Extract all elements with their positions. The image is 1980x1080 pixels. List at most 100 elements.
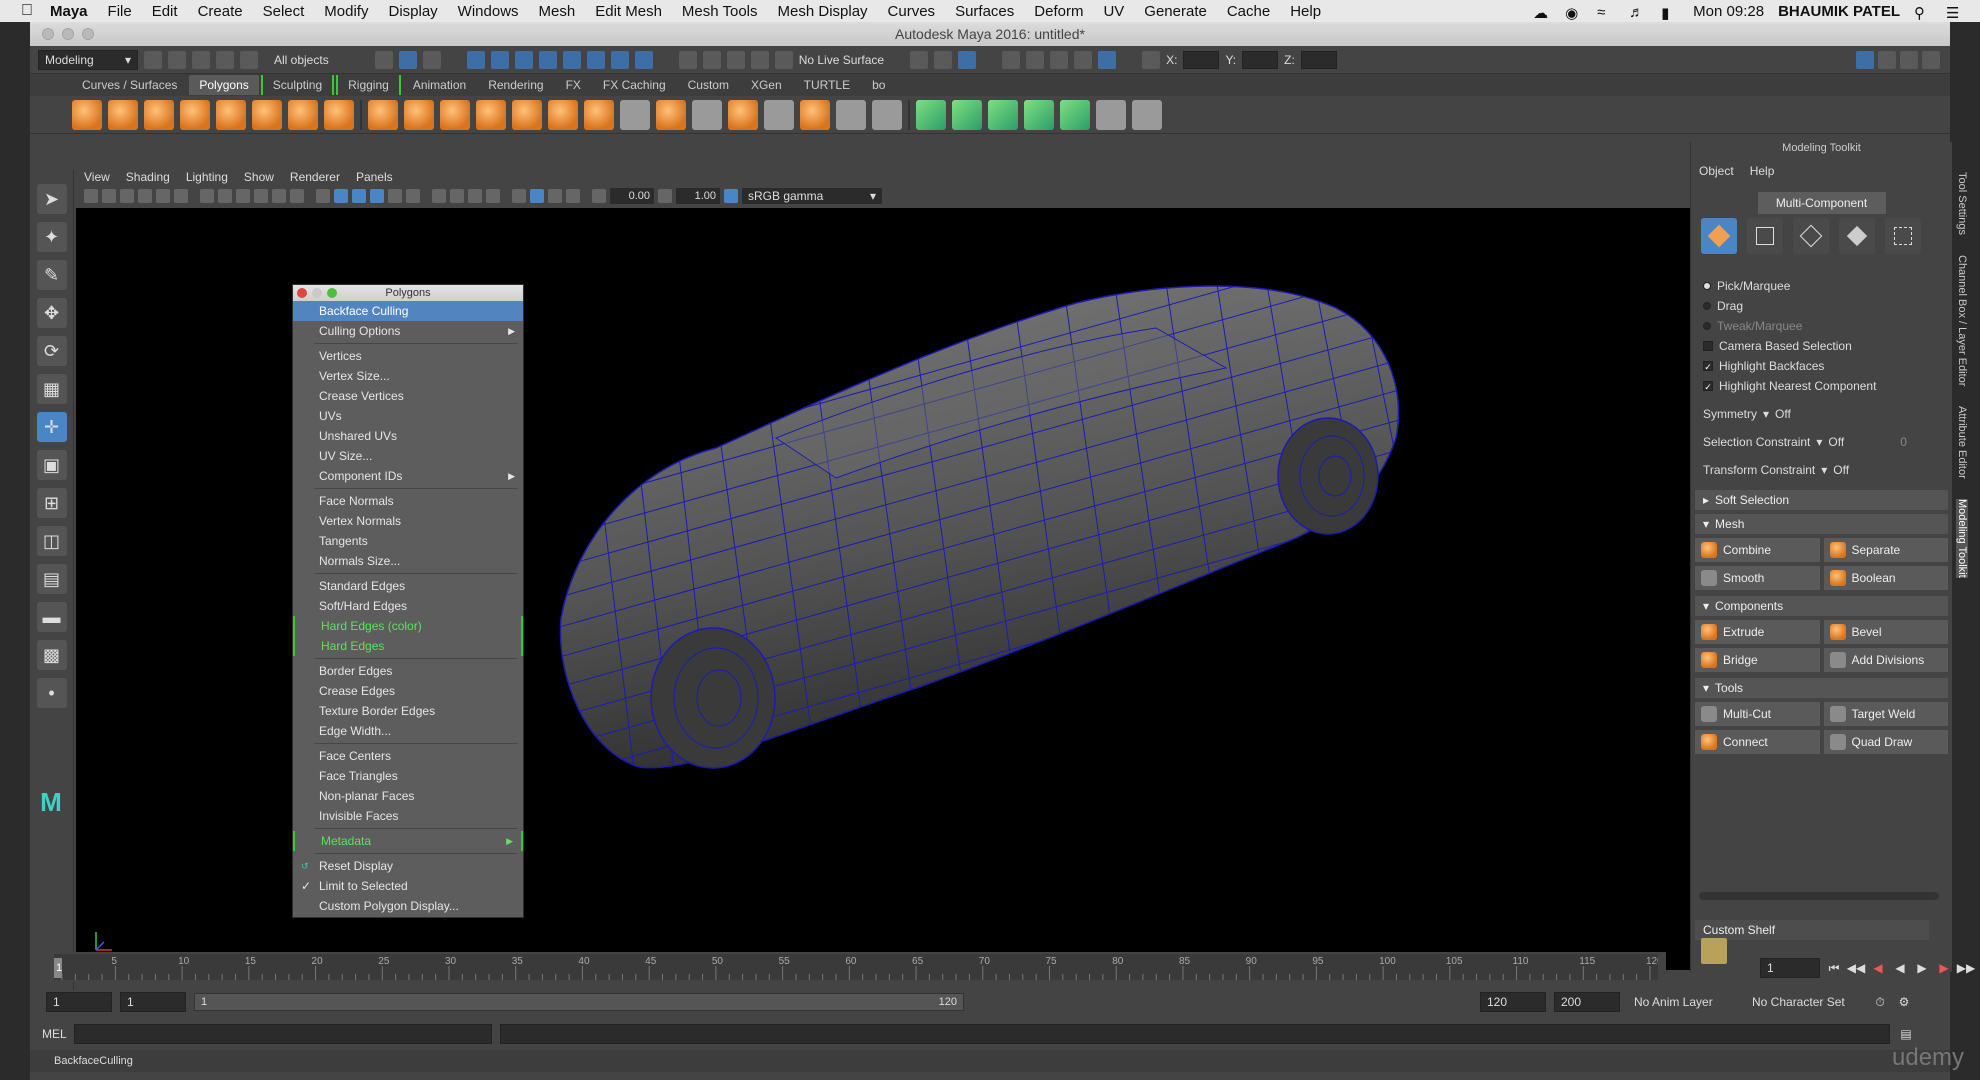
image-plane-icon[interactable] bbox=[138, 189, 152, 203]
menu-select[interactable]: Select bbox=[253, 3, 315, 20]
offset-edge-loop-icon[interactable] bbox=[764, 99, 794, 130]
step-forward-key-icon[interactable]: ▶▶ bbox=[1957, 960, 1975, 976]
extrude-button[interactable]: Extrude bbox=[1695, 620, 1820, 644]
menu-edit[interactable]: Edit bbox=[142, 3, 188, 20]
tab-modeling-toolkit[interactable]: Modeling Toolkit bbox=[1956, 499, 1968, 578]
playback-end-field[interactable]: 120 bbox=[1480, 992, 1546, 1012]
menu-item-crease-edges[interactable]: Crease Edges bbox=[293, 681, 523, 701]
panel-menu-panels[interactable]: Panels bbox=[356, 170, 393, 184]
lasso-tool-icon[interactable]: ✦ bbox=[36, 222, 67, 252]
modeling-toolkit-toggle-icon[interactable] bbox=[1856, 50, 1874, 69]
highlight-nearest-checkbox[interactable]: ✓ Highlight Nearest Component bbox=[1691, 376, 1952, 396]
menu-item-limit-to-selected[interactable]: ✓ Limit to Selected bbox=[293, 876, 523, 896]
menu-set-dropdown[interactable]: Modeling ▾ bbox=[38, 49, 138, 70]
menu-item-unshared-uvs[interactable]: Unshared UVs bbox=[293, 426, 523, 446]
merge-icon[interactable] bbox=[872, 99, 902, 130]
planar-mapping-icon[interactable] bbox=[916, 99, 946, 130]
tab-attribute-editor[interactable]: Attribute Editor bbox=[1956, 406, 1968, 479]
close-menu-button[interactable] bbox=[297, 288, 307, 298]
insert-edge-loop-icon[interactable] bbox=[692, 99, 722, 130]
textured-icon[interactable] bbox=[370, 189, 384, 203]
bevel-button[interactable]: Bevel bbox=[1823, 620, 1948, 644]
menu-surfaces[interactable]: Surfaces bbox=[945, 3, 1024, 20]
pick-marquee-option[interactable]: Pick/Marquee bbox=[1691, 276, 1952, 296]
exposure-icon[interactable] bbox=[592, 189, 606, 203]
poly-cube-icon[interactable] bbox=[108, 99, 138, 130]
script-editor-icon[interactable]: ▤ bbox=[1898, 1026, 1914, 1042]
spherical-mapping-icon[interactable] bbox=[988, 99, 1018, 130]
poly-plane-icon[interactable] bbox=[216, 99, 246, 130]
menu-uv[interactable]: UV bbox=[1093, 3, 1134, 20]
render-view-icon[interactable] bbox=[1002, 50, 1021, 69]
2d-pan-zoom-icon[interactable] bbox=[156, 189, 170, 203]
tab-custom[interactable]: Custom bbox=[678, 75, 739, 95]
menu-mesh-tools[interactable]: Mesh Tools bbox=[672, 3, 768, 20]
app-menu[interactable]: Maya bbox=[40, 3, 98, 20]
scale-tool-icon[interactable]: ▦ bbox=[36, 374, 67, 404]
automatic-mapping-icon[interactable] bbox=[1024, 99, 1054, 130]
poly-pipe-icon[interactable] bbox=[324, 99, 354, 130]
make-live-icon[interactable] bbox=[774, 50, 793, 69]
menu-item-face-triangles[interactable]: Face Triangles bbox=[293, 766, 523, 786]
tab-fx-caching[interactable]: FX Caching bbox=[593, 75, 676, 95]
use-all-lights-icon[interactable] bbox=[388, 189, 402, 203]
bookmarks-icon[interactable] bbox=[120, 189, 134, 203]
y-field[interactable] bbox=[1242, 50, 1279, 69]
menu-item-custom-polygon-display[interactable]: Custom Polygon Display... bbox=[293, 896, 523, 916]
connect-button[interactable]: Connect bbox=[1695, 730, 1820, 754]
xray-components-icon[interactable] bbox=[566, 189, 580, 203]
toolkit-menu-help[interactable]: Help bbox=[1750, 164, 1775, 178]
redo-icon[interactable] bbox=[240, 50, 258, 69]
view-transform-dropdown[interactable]: sRGB gamma ▾ bbox=[742, 188, 882, 204]
volume-icon[interactable]: ♬ bbox=[1629, 4, 1647, 21]
mesh-section[interactable]: ▾ Mesh bbox=[1695, 514, 1948, 534]
zoom-menu-button[interactable] bbox=[327, 288, 337, 298]
auto-key-icon[interactable]: ⏱ bbox=[1872, 994, 1888, 1010]
combine-button[interactable]: Combine bbox=[1695, 538, 1820, 562]
menu-deform[interactable]: Deform bbox=[1024, 3, 1093, 20]
menu-item-invisible-faces[interactable]: Invisible Faces bbox=[293, 806, 523, 826]
selection-constraint-field[interactable]: 0 bbox=[1900, 435, 1907, 449]
tab-tool-settings[interactable]: Tool Settings bbox=[1956, 172, 1968, 235]
attribute-editor-toggle-icon[interactable] bbox=[1878, 50, 1896, 69]
mask-curves-icon[interactable] bbox=[514, 50, 533, 69]
smooth-button[interactable]: Smooth bbox=[1695, 566, 1820, 590]
menu-item-backface-culling[interactable]: Backface Culling bbox=[293, 301, 523, 321]
menu-item-non-planar-faces[interactable]: Non-planar Faces bbox=[293, 786, 523, 806]
snap-view-plane-icon[interactable] bbox=[750, 50, 769, 69]
hypershade-layout-icon[interactable]: ▬ bbox=[36, 602, 67, 632]
combine-icon[interactable] bbox=[368, 99, 398, 130]
poly-cone-icon[interactable] bbox=[180, 99, 210, 130]
open-scene-icon[interactable] bbox=[168, 50, 186, 69]
menu-item-texture-border-edges[interactable]: Texture Border Edges bbox=[293, 701, 523, 721]
smooth-icon[interactable] bbox=[476, 99, 506, 130]
chevron-down-icon[interactable]: ▾ bbox=[1816, 435, 1822, 449]
menu-curves[interactable]: Curves bbox=[878, 3, 946, 20]
menu-item-soft-hard-edges[interactable]: Soft/Hard Edges bbox=[293, 596, 523, 616]
face-mode-icon[interactable] bbox=[1839, 218, 1875, 254]
render-frame-icon[interactable] bbox=[1026, 50, 1045, 69]
safe-action-icon[interactable] bbox=[290, 189, 304, 203]
wireframe-icon[interactable] bbox=[316, 189, 330, 203]
output-ops-icon[interactable] bbox=[934, 50, 953, 69]
move-tool-icon[interactable]: ✥ bbox=[36, 298, 67, 328]
select-component-icon[interactable] bbox=[422, 50, 441, 69]
clock[interactable]: Mon 09:28 bbox=[1693, 3, 1764, 20]
gamma-icon[interactable] bbox=[658, 189, 672, 203]
snap-point-icon[interactable] bbox=[726, 50, 745, 69]
menu-item-vertices[interactable]: Vertices bbox=[293, 346, 523, 366]
multi-component-button[interactable]: Multi-Component bbox=[1757, 192, 1886, 214]
depth-of-field-icon[interactable] bbox=[486, 189, 500, 203]
command-input[interactable] bbox=[74, 1024, 492, 1044]
menu-mesh[interactable]: Mesh bbox=[529, 3, 586, 20]
menu-item-edge-width[interactable]: Edge Width... bbox=[293, 721, 523, 741]
mask-deformations-icon[interactable] bbox=[562, 50, 581, 69]
drag-option[interactable]: Drag bbox=[1691, 296, 1952, 316]
append-polygon-icon[interactable] bbox=[728, 99, 758, 130]
selection-mask-dropdown[interactable]: All objects bbox=[274, 53, 329, 67]
outliner-layout-icon[interactable]: ▩ bbox=[36, 640, 67, 670]
tab-rendering[interactable]: Rendering bbox=[478, 75, 553, 95]
tab-bo[interactable]: bo bbox=[862, 75, 895, 95]
exposure-field[interactable]: 0.00 bbox=[610, 188, 654, 204]
rotate-tool-icon[interactable]: ⟳ bbox=[36, 336, 67, 366]
